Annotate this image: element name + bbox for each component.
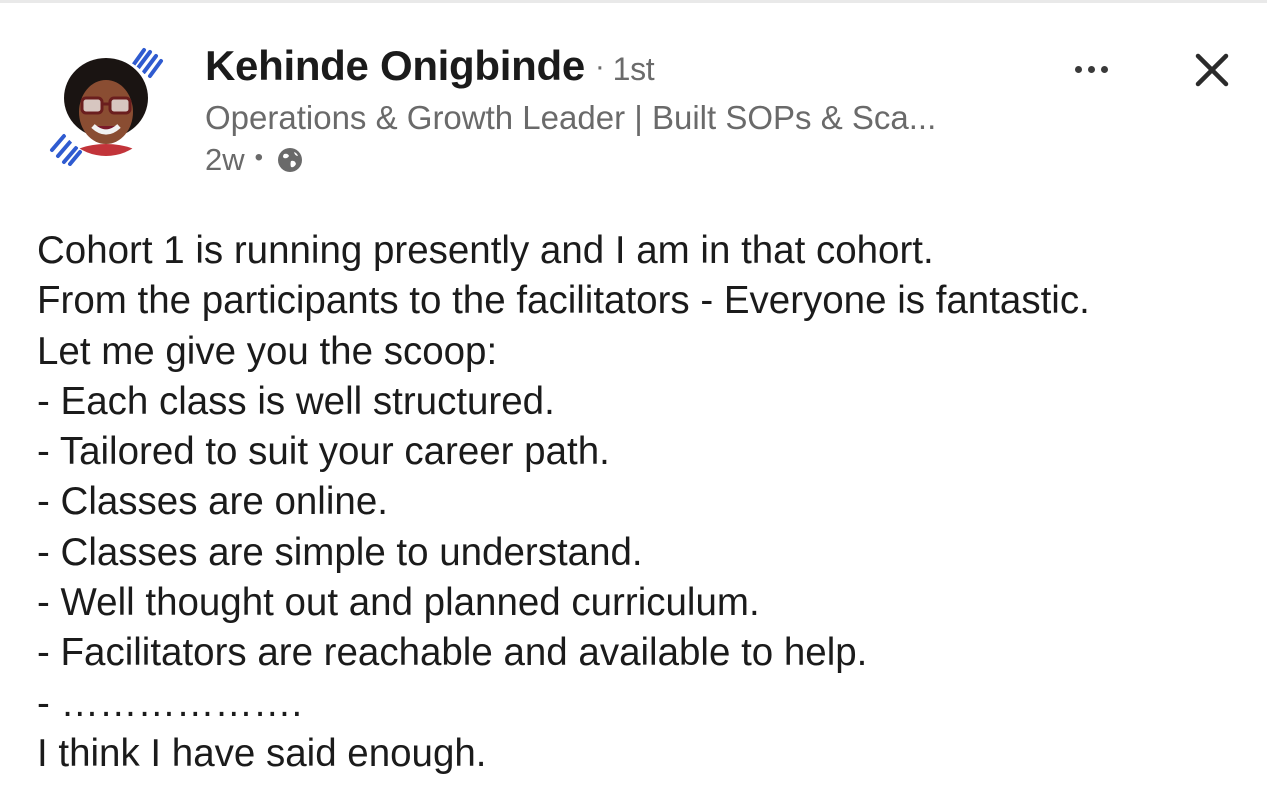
meta-separator: • [254, 144, 264, 171]
post-line: - Each class is well structured. [37, 379, 555, 423]
more-dot [1087, 65, 1095, 73]
close-icon [1195, 53, 1229, 87]
post-age: 2w [205, 142, 245, 177]
post-meta: 2w • [205, 142, 305, 178]
globe-icon [275, 145, 305, 175]
more-options-button[interactable] [1066, 54, 1116, 84]
post-line: - Classes are online. [37, 480, 388, 524]
post-line: - ………………. [37, 681, 303, 725]
avatar-image [50, 48, 163, 166]
more-dot [1074, 65, 1082, 73]
post-line: - Classes are simple to understand. [37, 530, 643, 574]
name-separator: · [594, 50, 605, 83]
post-line: Cohort 1 is running presently and I am i… [37, 229, 934, 272]
more-dot [1100, 65, 1108, 73]
post-line: I think I have said enough. [37, 731, 487, 775]
author-headline: Operations & Growth Leader | Built SOPs … [205, 99, 937, 136]
post-line: From the participants to the facilitator… [37, 279, 1090, 323]
post-line: - Tailored to suit your career path. [37, 430, 610, 474]
author-name-line: Kehinde Onigbinde · 1st [205, 42, 655, 90]
post-line: - Well thought out and planned curriculu… [37, 581, 760, 625]
post-body: Cohort 1 is running presently and I am i… [37, 226, 1257, 779]
post-card: Kehinde Onigbinde · 1st Operations & Growt… [0, 0, 1267, 812]
post-line: - Facilitators are reachable and availab… [37, 631, 868, 675]
author-avatar[interactable] [46, 46, 166, 166]
close-button[interactable] [1190, 48, 1234, 92]
connection-degree: 1st [612, 51, 655, 87]
author-name[interactable]: Kehinde Onigbinde [205, 42, 585, 89]
post-line: Let me give you the scoop: [37, 329, 498, 373]
